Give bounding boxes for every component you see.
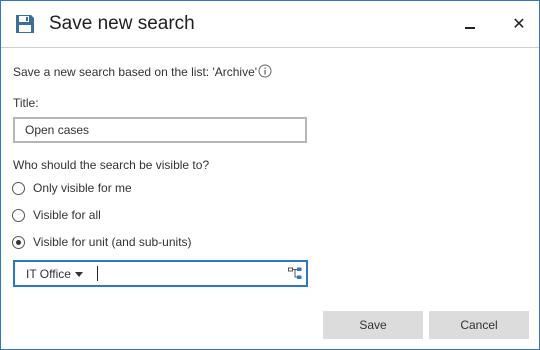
close-icon: ✕ <box>512 16 526 33</box>
title-input[interactable] <box>13 117 307 143</box>
radio-circle[interactable] <box>12 208 25 222</box>
title-label: Title: <box>13 96 39 110</box>
radio-label: Only visible for me <box>33 181 132 195</box>
radio-visible-unit[interactable]: Visible for unit (and sub-units) <box>12 235 192 249</box>
radio-circle-selected[interactable] <box>12 235 25 249</box>
description-text: Save a new search based on the list: 'Ar… <box>13 65 258 79</box>
caret-down-icon <box>74 271 83 277</box>
info-icon[interactable] <box>258 64 272 78</box>
visibility-question: Who should the search be visible to? <box>13 158 210 172</box>
dialog-title: Save new search <box>49 13 195 34</box>
unit-dropdown[interactable]: IT Office <box>26 267 83 281</box>
minimize-button[interactable] <box>457 11 483 37</box>
cancel-button[interactable]: Cancel <box>429 311 529 339</box>
close-button[interactable]: ✕ <box>506 11 532 37</box>
floppy-disk-icon <box>16 15 34 33</box>
save-button[interactable]: Save <box>323 311 423 339</box>
unit-field[interactable]: IT Office <box>13 260 308 287</box>
radio-circle[interactable] <box>12 181 25 195</box>
radio-visible-all[interactable]: Visible for all <box>12 208 101 222</box>
minimize-icon <box>465 27 475 29</box>
text-cursor <box>97 266 98 281</box>
save-search-dialog: Save new search ✕ Save a new search base… <box>0 0 540 350</box>
radio-label: Visible for all <box>33 208 101 222</box>
dialog-titlebar: Save new search ✕ <box>1 1 539 48</box>
unit-selected: IT Office <box>26 267 71 281</box>
org-tree-icon[interactable] <box>288 267 302 280</box>
radio-only-me[interactable]: Only visible for me <box>12 181 132 195</box>
radio-label: Visible for unit (and sub-units) <box>33 235 192 249</box>
